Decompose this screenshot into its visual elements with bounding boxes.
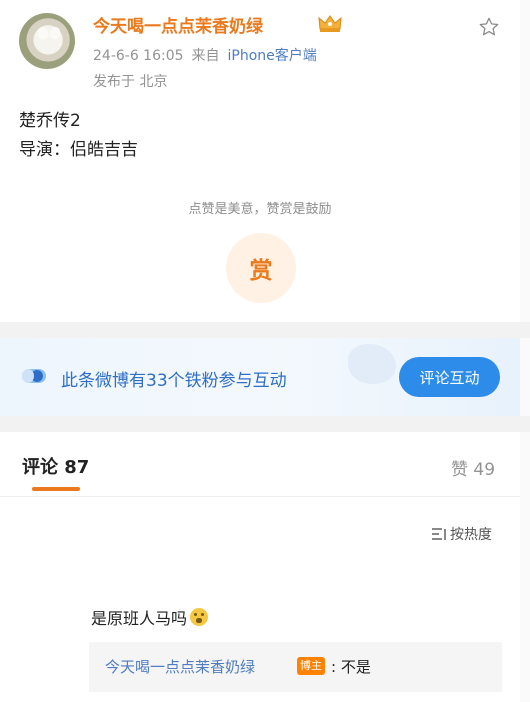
scroll-edge	[520, 0, 530, 702]
post-time: 24-6-6 16:05	[93, 48, 184, 64]
avatar-ear-left	[36, 25, 50, 41]
reward-prompt: 点赞是美意，赞赏是鼓励	[188, 202, 332, 217]
sort-icon	[432, 528, 446, 540]
post-location: 发布于 北京	[93, 74, 168, 90]
post-source-prefix: 来自	[191, 48, 220, 64]
reward-button-label: 赏	[249, 258, 273, 284]
post-content: 楚乔传2 导演：侣皓吉吉	[19, 107, 138, 165]
post-username[interactable]: 今天喝一点点茉香奶绿	[93, 12, 263, 37]
reply-text: : 不是	[331, 658, 371, 676]
post-content-line: 楚乔传2	[19, 111, 81, 131]
post-content-line: 导演：侣皓吉吉	[19, 140, 138, 160]
comment-text: 是原班人马吗	[91, 605, 209, 629]
banner-decoration	[348, 344, 396, 384]
tab-comments[interactable]: 评论 87	[22, 453, 89, 479]
active-tab-indicator	[32, 487, 80, 491]
comment-interact-button[interactable]: 评论互动	[399, 357, 500, 397]
reply-username[interactable]: 今天喝一点点茉香奶绿	[105, 656, 255, 677]
star-icon[interactable]	[478, 16, 500, 38]
comment-body: 是原班人马吗	[91, 609, 188, 628]
post-meta: 24-6-6 16:05 来自 iPhone客户端	[93, 45, 317, 65]
tab-likes[interactable]: 赞 49	[451, 455, 495, 480]
fans-pill-icon	[22, 369, 46, 383]
avatar[interactable]	[19, 13, 75, 69]
sort-label: 按热度	[450, 527, 492, 543]
sort-toggle[interactable]: 按热度	[431, 524, 492, 544]
shocked-emoji-icon	[190, 608, 209, 626]
op-badge: 博主	[297, 657, 325, 675]
post-source[interactable]: iPhone客户端	[228, 48, 317, 64]
avatar-ear-right	[48, 25, 62, 41]
crown-icon	[318, 15, 342, 32]
reward-button[interactable]: 赏	[226, 233, 296, 303]
section-divider	[0, 416, 530, 432]
fans-banner-text: 此条微博有33个铁粉参与互动	[61, 371, 287, 391]
section-divider	[0, 322, 530, 338]
